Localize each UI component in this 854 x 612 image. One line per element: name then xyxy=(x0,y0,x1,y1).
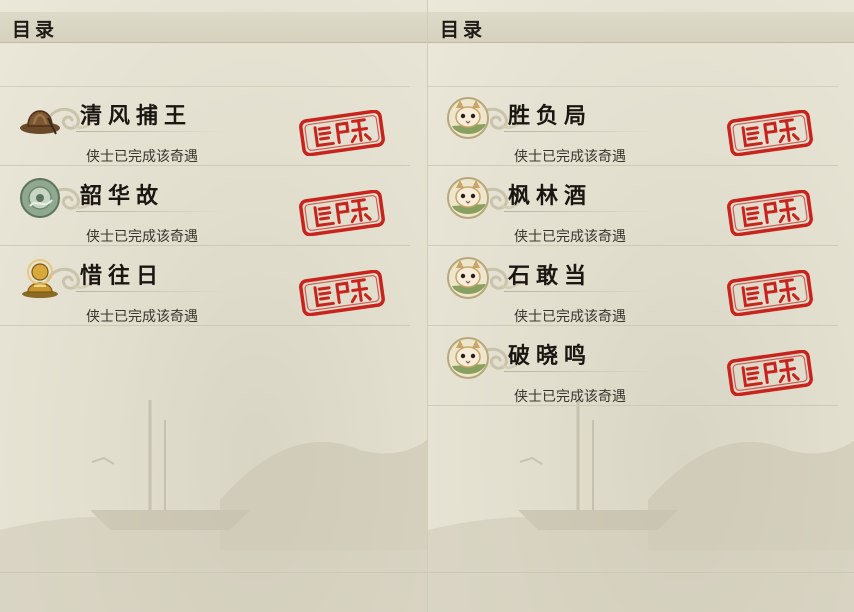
jade-disc-icon xyxy=(20,178,60,218)
title-underline xyxy=(76,131,226,132)
completed-seal-stamp xyxy=(298,110,386,156)
completed-seal-stamp xyxy=(726,190,814,236)
list-item[interactable]: 清风捕王 侠士已完成该奇遇 xyxy=(0,86,410,166)
title-underline xyxy=(76,291,226,292)
title-underline xyxy=(76,211,226,212)
entry-title: 枫林酒 xyxy=(508,183,593,209)
cat-icon xyxy=(447,257,489,299)
cat-icon xyxy=(447,177,489,219)
junk-ship-scenery xyxy=(0,400,427,612)
entry-title: 清风捕王 xyxy=(80,103,193,129)
entry-status: 侠士已完成该奇遇 xyxy=(86,149,198,165)
divider xyxy=(428,86,838,87)
catalog-header: 目录 xyxy=(0,12,427,43)
entry-title: 惜往日 xyxy=(80,263,165,289)
title-underline xyxy=(504,211,654,212)
title-underline xyxy=(504,291,654,292)
completed-seal-stamp xyxy=(726,270,814,316)
catalog-title: 目录 xyxy=(12,19,59,41)
entry-status: 侠士已完成该奇遇 xyxy=(514,229,626,245)
catalog-header: 目录 xyxy=(428,12,854,43)
cat-icon xyxy=(447,337,489,379)
entry-title: 石敢当 xyxy=(508,263,593,289)
entry-status: 侠士已完成该奇遇 xyxy=(86,309,198,325)
list-item[interactable]: 胜负局 侠士已完成该奇遇 xyxy=(428,86,838,166)
footer-divider xyxy=(0,572,427,573)
entry-status: 侠士已完成该奇遇 xyxy=(514,149,626,165)
catalog-title: 目录 xyxy=(440,19,487,41)
straw-hat-icon xyxy=(20,110,60,135)
entry-title: 韶华故 xyxy=(80,183,165,209)
completed-seal-stamp xyxy=(726,110,814,156)
divider xyxy=(428,405,838,406)
cat-icon xyxy=(447,97,489,139)
completed-seal-stamp xyxy=(726,350,814,396)
divider xyxy=(0,325,410,326)
list-item[interactable]: 枫林酒 侠士已完成该奇遇 xyxy=(428,166,838,246)
list-item[interactable]: 石敢当 侠士已完成该奇遇 xyxy=(428,246,838,326)
completed-seal-stamp xyxy=(298,190,386,236)
entry-status: 侠士已完成该奇遇 xyxy=(514,309,626,325)
divider xyxy=(0,86,410,87)
list-item[interactable]: 惜往日 侠士已完成该奇遇 xyxy=(0,246,410,326)
footer-divider xyxy=(428,572,854,573)
completed-seal-stamp xyxy=(298,270,386,316)
entry-title: 胜负局 xyxy=(508,103,593,129)
junk-ship-scenery xyxy=(428,400,854,612)
entry-title: 破晓鸣 xyxy=(508,343,593,369)
golden-buddha-icon xyxy=(22,259,58,298)
right-panel: 目录 胜负局 侠士已完成该奇遇 枫林酒 侠士已完成该奇遇 石敢当 侠士已完成该奇… xyxy=(427,0,854,612)
title-underline xyxy=(504,371,654,372)
list-item[interactable]: 韶华故 侠士已完成该奇遇 xyxy=(0,166,410,246)
entry-status: 侠士已完成该奇遇 xyxy=(86,229,198,245)
left-panel: 目录 清风捕王 侠士已完成该奇遇 韶华故 侠士已完成该奇遇 惜往日 侠士已完成该… xyxy=(0,0,427,612)
entry-status: 侠士已完成该奇遇 xyxy=(514,389,626,405)
title-underline xyxy=(504,131,654,132)
list-item[interactable]: 破晓鸣 侠士已完成该奇遇 xyxy=(428,326,838,406)
